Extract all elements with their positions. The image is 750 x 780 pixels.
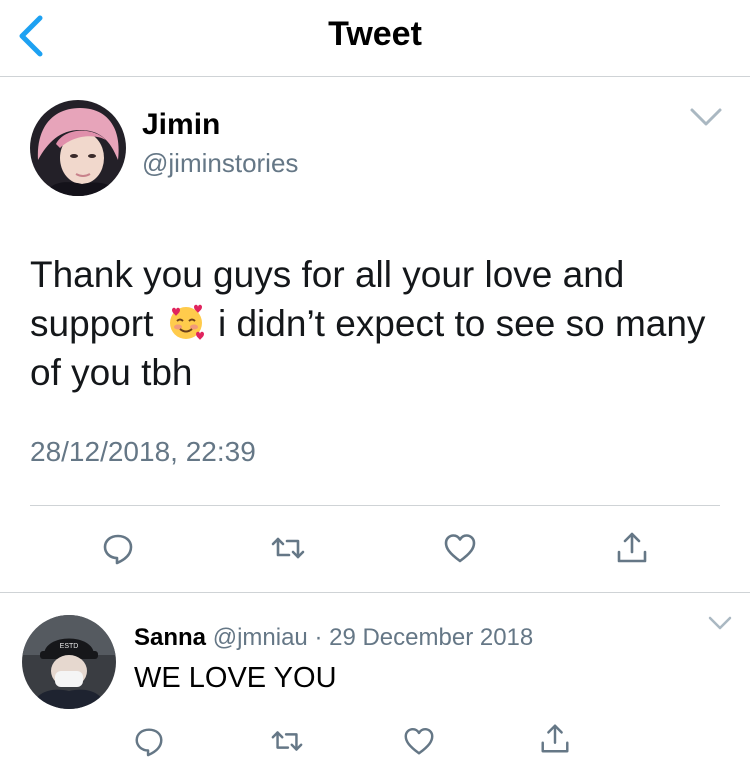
reply-header: Sanna @jmniau · 29 December 2018 xyxy=(134,624,533,652)
tweet-timestamp: 28/12/2018, 22:39 xyxy=(30,436,256,467)
header-divider xyxy=(0,76,750,77)
tweet-text: Thank you guys for all your love and sup… xyxy=(30,250,720,397)
share-icon xyxy=(617,532,647,563)
reply-retweet-button[interactable] xyxy=(270,724,304,758)
retweet-button[interactable] xyxy=(270,530,306,566)
retweet-icon xyxy=(271,731,303,751)
page-title: Tweet xyxy=(328,15,422,53)
navigation-bar: Tweet xyxy=(0,0,750,76)
share-icon xyxy=(541,724,569,753)
reply-avatar-image: ESTD xyxy=(22,615,116,709)
retweet-icon xyxy=(271,537,305,559)
svg-text:ESTD: ESTD xyxy=(60,643,79,650)
avatar-image xyxy=(30,100,126,196)
reply-avatar[interactable]: ESTD xyxy=(22,615,116,709)
comment-icon xyxy=(135,728,163,757)
smiling-face-with-hearts-icon xyxy=(166,302,206,342)
chevron-down-icon xyxy=(690,108,722,126)
reply-author-name[interactable]: Sanna xyxy=(134,624,206,651)
avatar[interactable] xyxy=(30,100,126,196)
like-button[interactable] xyxy=(442,530,478,566)
chevron-down-icon xyxy=(708,616,732,630)
reply-reply-button[interactable] xyxy=(132,724,166,758)
heart-icon xyxy=(444,534,476,563)
share-button[interactable] xyxy=(614,530,650,566)
reply-like-button[interactable] xyxy=(402,724,436,758)
reply-date: 29 December 2018 xyxy=(329,624,534,651)
more-options-button[interactable] xyxy=(688,104,724,130)
reply-author-handle[interactable]: @jmniau xyxy=(213,624,308,651)
reply-button[interactable] xyxy=(100,530,136,566)
meta-separator: · xyxy=(314,624,323,651)
reply-share-button[interactable] xyxy=(538,722,572,756)
reply-text: WE LOVE YOU xyxy=(134,662,337,694)
tweet-divider xyxy=(30,505,720,506)
section-divider xyxy=(0,592,750,593)
heart-icon xyxy=(404,727,434,755)
comment-icon xyxy=(103,534,133,565)
author-name[interactable]: Jimin xyxy=(142,108,220,142)
reply-more-options-button[interactable] xyxy=(706,614,734,632)
author-handle[interactable]: @jiminstories xyxy=(142,148,298,179)
